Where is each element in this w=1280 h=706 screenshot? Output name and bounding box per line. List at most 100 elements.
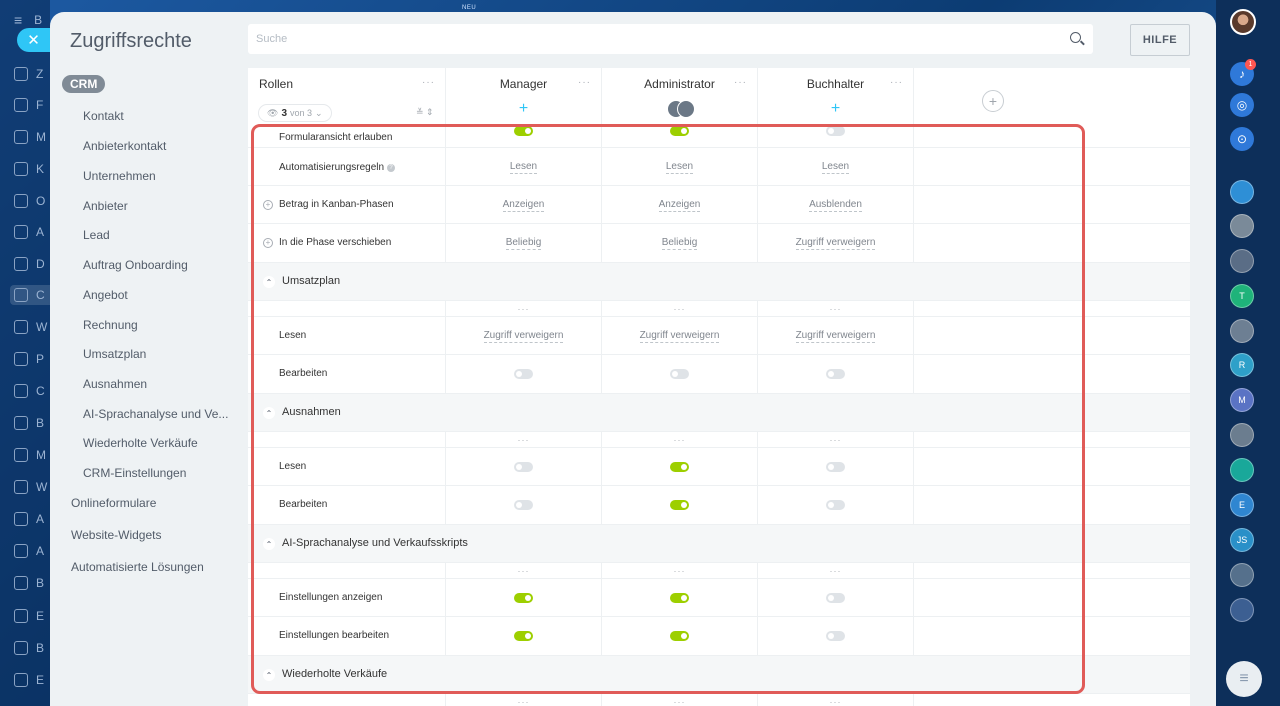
sidebar-item-ausnahmen[interactable]: Ausnahmen [83,377,147,391]
toggle[interactable] [514,125,533,136]
chat-avatar[interactable]: R [1230,353,1254,377]
chat-avatar[interactable] [1230,598,1254,622]
permission-select[interactable]: Zugriff verweigern [483,329,564,343]
toggle[interactable] [826,461,845,472]
sidebar-item-auftrag-onboarding[interactable]: Auftrag Onboarding [83,258,188,272]
toggle[interactable] [514,369,533,379]
more-icon[interactable]: ··· [890,77,903,88]
more-icon[interactable]: ··· [758,301,914,316]
collapse-sort-icon[interactable]: ≚ ⇕ [416,107,434,118]
toggle[interactable] [670,125,689,136]
permission-select[interactable]: Beliebig [661,236,698,250]
toggle[interactable] [514,461,533,472]
toggle[interactable] [670,500,689,510]
permission-select[interactable]: Zugriff verweigern [639,329,720,343]
sidebar-item-onlineformulare[interactable]: Onlineformulare [71,496,156,510]
toggle[interactable] [670,631,689,641]
sidebar-item-anbieter[interactable]: Anbieter [83,199,128,213]
help-icon[interactable]: ? [387,164,396,172]
close-button[interactable]: ✕ [17,28,50,52]
section-header-wiederholte-verkaeufe[interactable]: ⌃ Wiederholte Verkäufe [248,656,1190,694]
more-icon[interactable]: ··· [758,563,914,578]
section-header-ausnahmen[interactable]: ⌃ Ausnahmen [248,394,1190,432]
toggle[interactable] [514,631,533,641]
permission-select[interactable]: Zugriff verweigern [795,236,876,250]
toggle[interactable] [670,592,689,603]
permission-select[interactable]: Zugriff verweigern [795,329,876,343]
more-icon[interactable]: ··· [446,432,602,447]
toggle[interactable] [514,500,533,510]
role-members-avatars[interactable] [667,100,697,120]
chat-avatar[interactable]: JS [1230,528,1254,552]
search-chat-icon[interactable]: ⊙ [1230,127,1254,151]
more-icon[interactable]: ··· [602,694,758,706]
more-icon[interactable]: ··· [446,563,602,578]
chevron-up-icon[interactable]: ⌃ [263,538,275,550]
more-icon[interactable]: ··· [602,432,758,447]
chat-avatar[interactable]: E [1230,493,1254,517]
more-icon[interactable]: ··· [446,301,602,316]
sidebar-item-unternehmen[interactable]: Unternehmen [83,169,156,183]
more-icon[interactable]: ··· [578,77,591,88]
chat-avatar[interactable]: M [1230,388,1254,412]
add-member-icon[interactable]: + [828,101,844,118]
chevron-up-icon[interactable]: ⌃ [263,276,275,288]
chat-avatar[interactable] [1230,423,1254,447]
permission-select[interactable]: Anzeigen [502,198,545,212]
roles-filter[interactable]: 👁 3 von 3 ⌄ [258,104,332,122]
sidebar-item-website-widgets[interactable]: Website-Widgets [71,528,161,542]
permission-select[interactable]: Lesen [665,160,694,174]
toggle[interactable] [670,369,689,379]
chat-avatar[interactable] [1230,458,1254,482]
section-header-ai-sprachanalyse[interactable]: ⌃ AI-Sprachanalyse und Verkaufsskripts [248,525,1190,563]
toggle[interactable] [514,592,533,603]
chat-avatar[interactable] [1230,319,1254,343]
expand-plus-icon[interactable]: + [263,238,273,248]
add-role-button[interactable]: + [982,90,1004,112]
permission-select[interactable]: Lesen [509,160,538,174]
target-icon[interactable]: ◎ [1230,93,1254,117]
chevron-up-icon[interactable]: ⌃ [263,407,275,419]
expand-plus-icon[interactable]: + [263,200,273,210]
search-input[interactable]: Suche [248,24,1093,54]
chat-avatar[interactable] [1230,249,1254,273]
chat-avatar[interactable] [1230,563,1254,587]
help-button[interactable]: HILFE [1130,24,1190,56]
sidebar-item-lead[interactable]: Lead [83,228,110,242]
section-header-umsatzplan[interactable]: ⌃ Umsatzplan [248,263,1190,301]
user-avatar[interactable] [1230,9,1256,35]
chat-avatar[interactable] [1230,214,1254,238]
sidebar-item-crm-einstellungen[interactable]: CRM-Einstellungen [83,466,186,480]
sidebar-item-angebot[interactable]: Angebot [83,288,128,302]
more-icon[interactable]: ··· [758,694,914,706]
toggle[interactable] [826,500,845,510]
chat-avatar[interactable]: T [1230,284,1254,308]
permission-select[interactable]: Beliebig [505,236,542,250]
more-icon[interactable]: ··· [602,563,758,578]
toggle[interactable] [826,369,845,379]
sidebar-item-rechnung[interactable]: Rechnung [83,318,138,332]
chat-avatar[interactable] [1230,180,1254,204]
toggle[interactable] [826,631,845,641]
more-icon[interactable]: ··· [734,77,747,88]
more-icon[interactable]: ··· [602,301,758,316]
sidebar-item-automatisierte-loesungen[interactable]: Automatisierte Lösungen [71,560,204,574]
more-icon[interactable]: ··· [758,432,914,447]
sidebar-item-anbieterkontakt[interactable]: Anbieterkontakt [83,139,166,153]
sidebar-item-ai-sprachanalyse[interactable]: AI-Sprachanalyse und Ve... [83,407,228,421]
sidebar-item-kontakt[interactable]: Kontakt [83,109,124,123]
permission-select[interactable]: Lesen [821,160,850,174]
more-icon[interactable]: ··· [422,77,435,88]
chat-button[interactable]: ≡ [1226,661,1262,697]
add-member-icon[interactable]: + [516,101,532,118]
toggle[interactable] [826,592,845,603]
permission-select[interactable]: Anzeigen [658,198,701,212]
sidebar-item-umsatzplan[interactable]: Umsatzplan [83,347,146,361]
toggle[interactable] [670,461,689,472]
chevron-up-icon[interactable]: ⌃ [263,669,275,681]
more-icon[interactable]: ··· [446,694,602,706]
sidebar-section-crm[interactable]: CRM [62,75,106,93]
permission-select[interactable]: Ausblenden [809,198,862,212]
search-icon[interactable] [1070,32,1081,43]
toggle[interactable] [826,125,845,136]
